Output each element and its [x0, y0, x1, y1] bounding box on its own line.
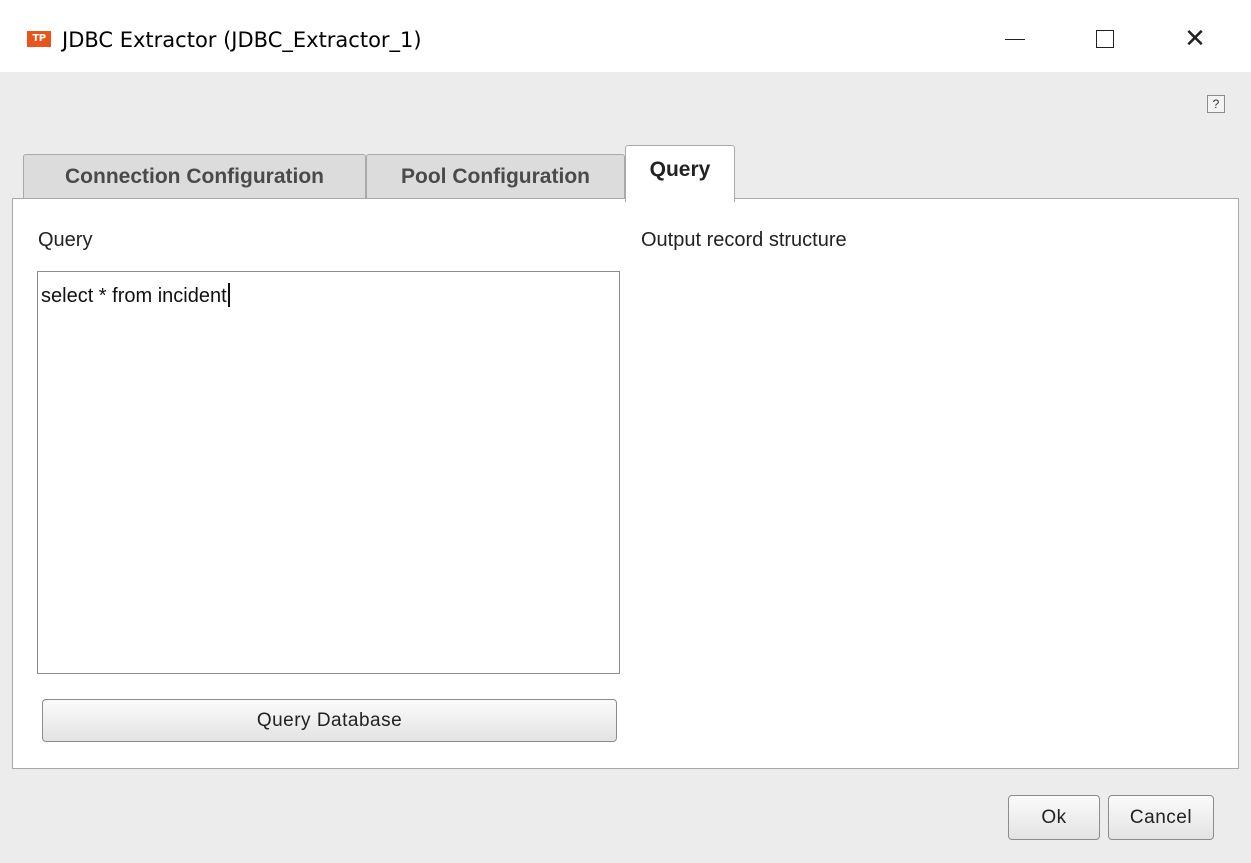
query-textarea[interactable]: select * from incident — [37, 271, 620, 674]
close-icon: ✕ — [1184, 24, 1206, 54]
help-button[interactable]: ? — [1207, 95, 1225, 113]
query-database-button[interactable]: Query Database — [42, 699, 617, 742]
window-title: JDBC Extractor (JDBC_Extractor_1) — [62, 28, 422, 52]
maximize-button[interactable] — [1060, 0, 1150, 78]
app-logo-icon: TP — [27, 31, 51, 47]
tab-connection-configuration[interactable]: Connection Configuration — [23, 154, 366, 199]
query-tab-panel: Query Output record structure select * f… — [12, 198, 1239, 769]
tab-pool-configuration[interactable]: Pool Configuration — [366, 154, 625, 199]
ok-button[interactable]: Ok — [1008, 795, 1100, 840]
query-label: Query — [38, 229, 93, 251]
maximize-icon — [1096, 30, 1114, 48]
text-caret — [227, 283, 230, 307]
query-text: select * from incident — [41, 285, 227, 307]
close-button[interactable]: ✕ — [1150, 0, 1240, 78]
title-bar: TP JDBC Extractor (JDBC_Extractor_1) ✕ — [0, 0, 1251, 78]
output-record-structure-label: Output record structure — [641, 229, 847, 251]
minimize-icon — [1005, 38, 1025, 40]
minimize-button[interactable] — [970, 0, 1060, 78]
dialog-body: ? Connection Configuration Pool Configur… — [0, 72, 1251, 863]
tab-query[interactable]: Query — [625, 145, 735, 202]
cancel-button[interactable]: Cancel — [1108, 795, 1214, 840]
